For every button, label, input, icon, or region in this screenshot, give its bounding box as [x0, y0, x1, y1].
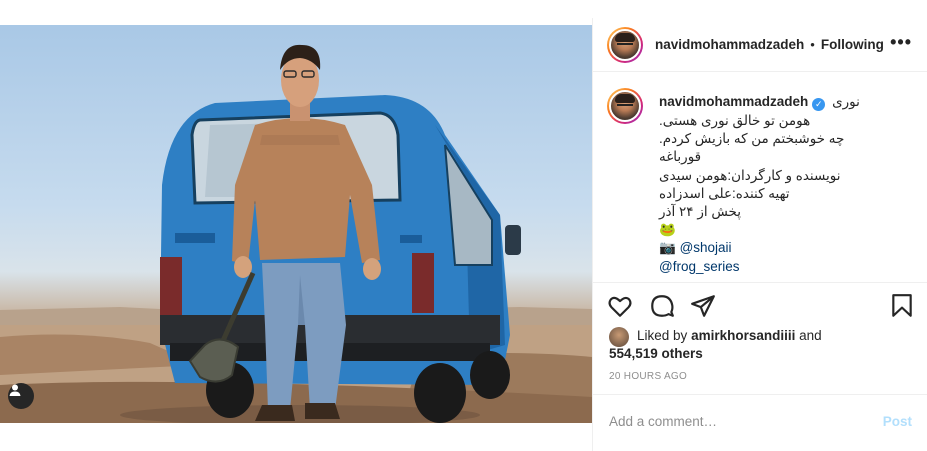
caption-line: تهیه کننده:علی اسدزاده	[659, 185, 790, 201]
caption-line: قورباغه	[659, 149, 702, 165]
author-username[interactable]: navidmohammadzadeh	[655, 37, 804, 52]
comment-input[interactable]	[609, 414, 859, 429]
post-timestamp[interactable]: 20 HOURS AGO	[609, 371, 687, 382]
likes-line: Liked by amirkhorsandiiii and	[637, 327, 822, 345]
post-header: navidmohammadzadeh • Following •••	[593, 18, 927, 72]
caption-username[interactable]: navidmohammadzadeh	[659, 94, 808, 109]
frog-emoji: 🐸	[659, 222, 676, 238]
caption-line: نویسنده و کارگردان:هومن سیدی	[659, 167, 841, 183]
avatar-photo	[609, 28, 641, 61]
liker-username[interactable]: amirkhorsandiiii	[691, 328, 795, 343]
verified-badge-icon: ✓	[812, 98, 826, 111]
paper-plane-icon[interactable]	[690, 293, 716, 319]
caption-avatar[interactable]	[607, 88, 643, 124]
separator-dot: •	[810, 37, 815, 52]
post-photo-illustration	[0, 44, 592, 423]
liker-avatar[interactable]	[609, 327, 629, 347]
caption-line: پخش از ۲۴ آذر	[659, 204, 742, 220]
likes-connector: and	[799, 328, 822, 343]
post-side-panel: navidmohammadzadeh • Following ••• navid…	[592, 18, 927, 451]
caption-line: چه خوشبختم من که بازیش کردم.	[659, 131, 845, 147]
more-options-icon[interactable]: •••	[890, 33, 912, 51]
mention-link[interactable]: @shojaii	[680, 240, 732, 255]
caption-title: نوری	[832, 94, 860, 109]
comment-bubble-icon[interactable]	[649, 293, 675, 319]
user-tag-icon	[9, 384, 21, 396]
action-bar	[593, 282, 927, 322]
following-button[interactable]: Following	[821, 37, 884, 52]
post-photo[interactable]	[0, 25, 592, 423]
avatar-photo	[609, 90, 641, 122]
caption-first-line: navidmohammadzadeh ✓ نوری	[659, 94, 860, 111]
user-tag-button[interactable]	[8, 383, 34, 409]
caption-line: هومن تو خالق نوری هستی.	[659, 113, 811, 128]
likes-prefix: Liked by	[637, 328, 688, 343]
caption-body: هومن تو خالق نوری هستی. چه خوشبختم من که…	[659, 112, 844, 276]
likes-count[interactable]: 554,519 others	[609, 345, 703, 363]
caption: navidmohammadzadeh ✓ نوری هومن تو خالق نو…	[607, 88, 917, 278]
mention-link[interactable]: @frog_series	[659, 259, 740, 274]
post-comment-button[interactable]: Post	[883, 414, 912, 429]
author-avatar[interactable]	[607, 26, 643, 63]
caption-credit-line: 📷 @shojaii	[659, 239, 844, 257]
comment-bar: Post	[593, 394, 927, 451]
bookmark-icon[interactable]	[889, 293, 915, 319]
camera-icon: 📷	[659, 240, 676, 256]
heart-icon[interactable]	[607, 293, 633, 319]
